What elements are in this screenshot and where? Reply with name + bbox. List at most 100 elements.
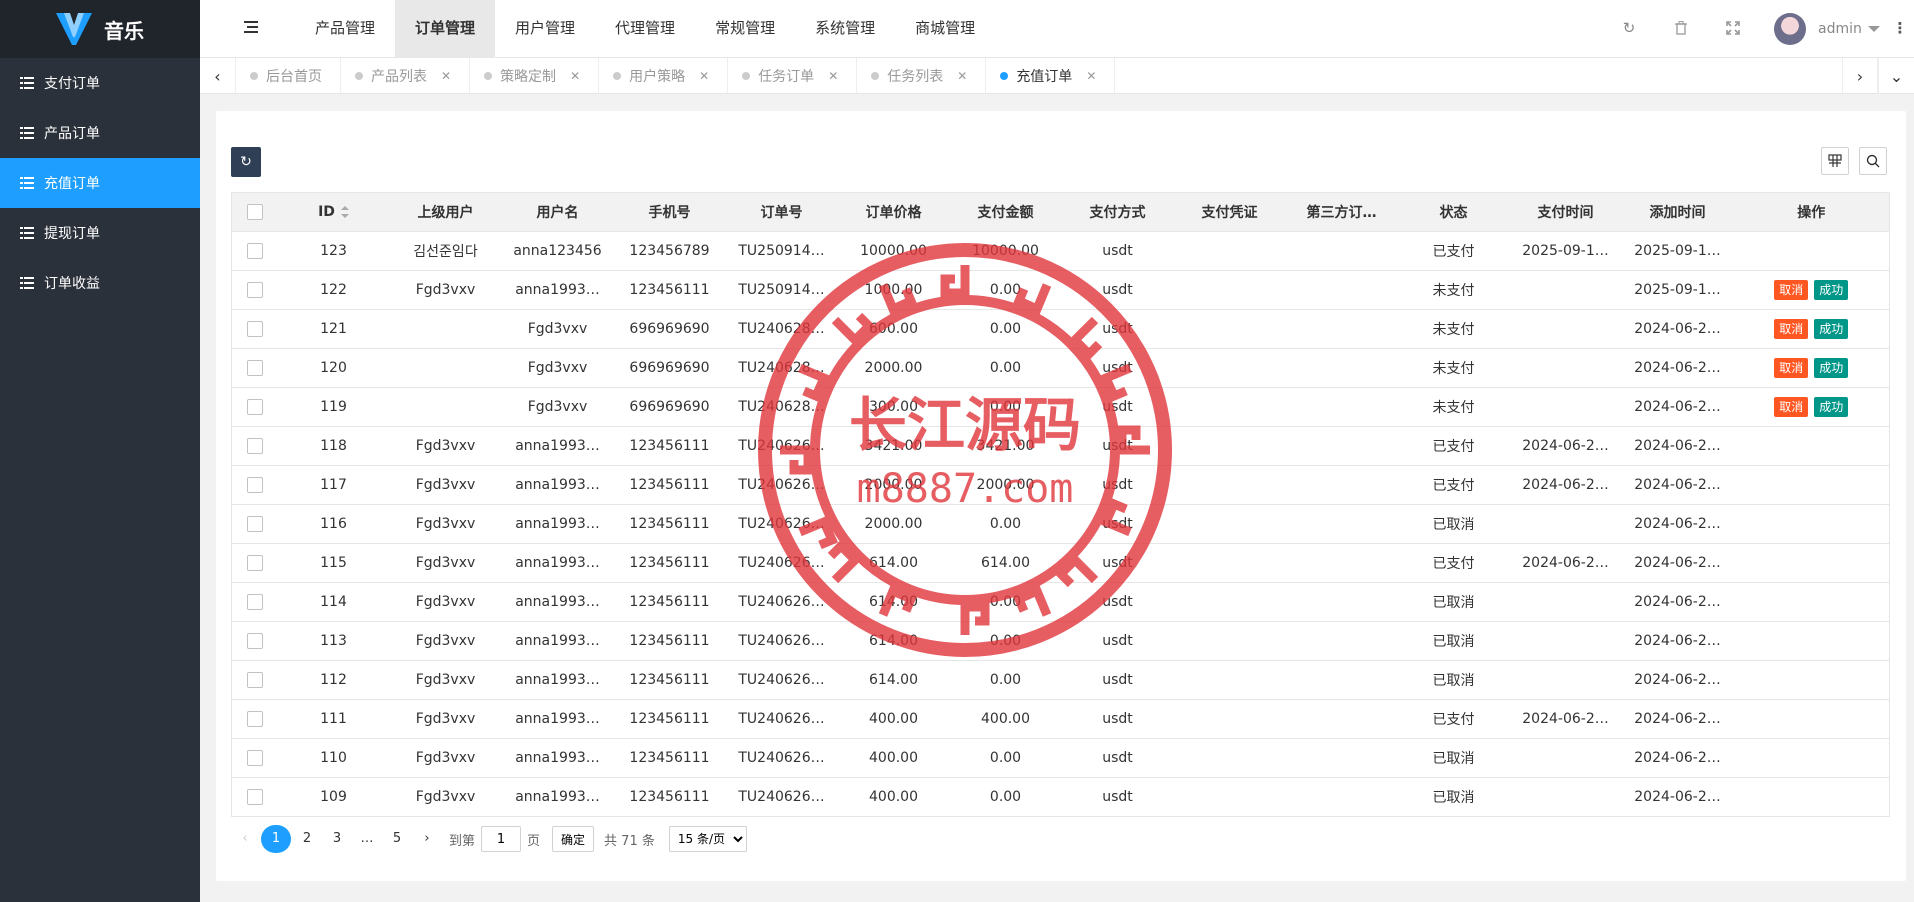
fullscreen-icon[interactable] <box>1723 18 1743 38</box>
page-1[interactable]: 1 <box>261 825 291 853</box>
nav-item-4[interactable]: 常规管理 <box>695 0 795 58</box>
row-checkbox[interactable] <box>246 282 263 298</box>
tabs-menu-chevron-icon[interactable]: ⌄ <box>1878 58 1914 94</box>
row-checkbox[interactable] <box>246 243 263 259</box>
row-checkbox[interactable] <box>246 594 263 610</box>
row-checkbox[interactable] <box>246 633 263 649</box>
close-icon[interactable]: ✕ <box>699 69 709 83</box>
sidebar-item-1[interactable]: 产品订单 <box>0 108 200 158</box>
sidebar-item-3[interactable]: 提现订单 <box>0 208 200 258</box>
cell-price: 400.00 <box>837 738 950 778</box>
column-header[interactable]: ID <box>277 192 390 232</box>
row-checkbox[interactable] <box>246 399 263 415</box>
close-icon[interactable]: ✕ <box>957 69 967 83</box>
close-icon[interactable]: ✕ <box>570 69 580 83</box>
per-page-select[interactable]: 15 条/页 <box>668 826 747 852</box>
page-5[interactable]: 5 <box>383 825 411 853</box>
search-icon[interactable] <box>1859 147 1887 175</box>
cell-proof <box>1173 504 1286 544</box>
close-icon[interactable]: ✕ <box>441 69 451 83</box>
goto-page-input[interactable] <box>481 826 522 852</box>
column-header: 手机号 <box>613 192 726 232</box>
success-button[interactable]: 成功 <box>1814 358 1849 378</box>
cell-id: 117 <box>277 465 390 505</box>
row-checkbox[interactable] <box>246 750 263 766</box>
cell-actions: 取消 成功 <box>1733 387 1890 427</box>
next-page-icon[interactable]: › <box>413 825 441 853</box>
cell-actions <box>1733 582 1890 622</box>
nav-item-3[interactable]: 代理管理 <box>595 0 695 58</box>
nav-item-6[interactable]: 商城管理 <box>895 0 995 58</box>
tab-5[interactable]: 任务列表 ✕ <box>857 58 987 94</box>
tab-label: 用户策略 <box>629 69 686 85</box>
more-vertical-icon[interactable]: ⋮ <box>1890 18 1910 38</box>
cell-method: usdt <box>1061 543 1174 583</box>
nav-item-0[interactable]: 产品管理 <box>295 0 395 58</box>
refresh-icon[interactable]: ↻ <box>1619 18 1639 38</box>
tab-2[interactable]: 策略定制 ✕ <box>470 58 600 94</box>
sidebar-item-2[interactable]: 充值订单 <box>0 158 200 208</box>
sidebar-item-label: 产品订单 <box>44 126 100 142</box>
columns-filter-icon[interactable] <box>1821 147 1849 175</box>
goto-confirm-button[interactable]: 确定 <box>552 826 595 852</box>
table-refresh-button[interactable]: ↻ <box>231 147 261 177</box>
column-header-label: 第三方订… <box>1306 205 1377 221</box>
cell-third <box>1285 387 1398 427</box>
tabs-next-icon[interactable]: › <box>1842 58 1878 94</box>
sidebar-item-0[interactable]: 支付订单 <box>0 58 200 108</box>
cell-status: 未支付 <box>1397 348 1510 388</box>
cell-third <box>1285 426 1398 466</box>
prev-page-icon[interactable]: ‹ <box>231 825 259 853</box>
cell-add_time: 2024-06-2… <box>1621 465 1734 505</box>
sidebar-toggle-icon[interactable] <box>244 20 260 34</box>
cell-id: 119 <box>277 387 390 427</box>
select-all-checkbox[interactable] <box>246 204 263 220</box>
row-checkbox[interactable] <box>246 477 263 493</box>
cell-id: 122 <box>277 270 390 310</box>
sort-icon[interactable] <box>340 206 349 218</box>
row-select-cell <box>231 699 278 739</box>
column-header-label: 添加时间 <box>1649 205 1706 221</box>
tab-3[interactable]: 用户策略 ✕ <box>599 58 729 94</box>
row-checkbox[interactable] <box>246 321 263 337</box>
row-checkbox[interactable] <box>246 360 263 376</box>
cell-add_time: 2024-06-2… <box>1621 777 1734 817</box>
sidebar-item-4[interactable]: 订单收益 <box>0 258 200 308</box>
trash-icon[interactable] <box>1671 18 1691 38</box>
user-menu[interactable]: admin <box>1774 13 1880 45</box>
success-button[interactable]: 成功 <box>1814 397 1849 417</box>
success-button[interactable]: 成功 <box>1814 280 1849 300</box>
row-select-cell <box>231 504 278 544</box>
column-header: 支付金额 <box>949 192 1062 232</box>
tabs-prev-icon[interactable]: ‹ <box>200 58 236 94</box>
cell-method: usdt <box>1061 348 1174 388</box>
cell-price: 400.00 <box>837 699 950 739</box>
cell-id: 121 <box>277 309 390 349</box>
cell-status: 已取消 <box>1397 504 1510 544</box>
row-checkbox[interactable] <box>246 711 263 727</box>
cancel-button[interactable]: 取消 <box>1774 280 1809 300</box>
app-logo[interactable]: 音乐 <box>0 0 200 58</box>
nav-item-1[interactable]: 订单管理 <box>395 0 496 58</box>
page-3[interactable]: 3 <box>323 825 351 853</box>
close-icon[interactable]: ✕ <box>1086 69 1096 83</box>
close-icon[interactable]: ✕ <box>828 69 838 83</box>
page-2[interactable]: 2 <box>293 825 321 853</box>
tab-0[interactable]: 后台首页 <box>236 58 341 94</box>
cancel-button[interactable]: 取消 <box>1774 358 1809 378</box>
tab-label: 策略定制 <box>500 69 557 85</box>
row-checkbox[interactable] <box>246 555 263 571</box>
cancel-button[interactable]: 取消 <box>1774 319 1809 339</box>
row-checkbox[interactable] <box>246 438 263 454</box>
row-checkbox[interactable] <box>246 516 263 532</box>
cancel-button[interactable]: 取消 <box>1774 397 1809 417</box>
nav-item-2[interactable]: 用户管理 <box>495 0 595 58</box>
nav-item-5[interactable]: 系统管理 <box>795 0 895 58</box>
tab-1[interactable]: 产品列表 ✕ <box>341 58 471 94</box>
row-checkbox[interactable] <box>246 672 263 688</box>
tab-4[interactable]: 任务订单 ✕ <box>728 58 858 94</box>
cell-status: 已支付 <box>1397 543 1510 583</box>
row-checkbox[interactable] <box>246 789 263 805</box>
tab-6[interactable]: 充值订单 ✕ <box>986 58 1116 94</box>
success-button[interactable]: 成功 <box>1814 319 1849 339</box>
